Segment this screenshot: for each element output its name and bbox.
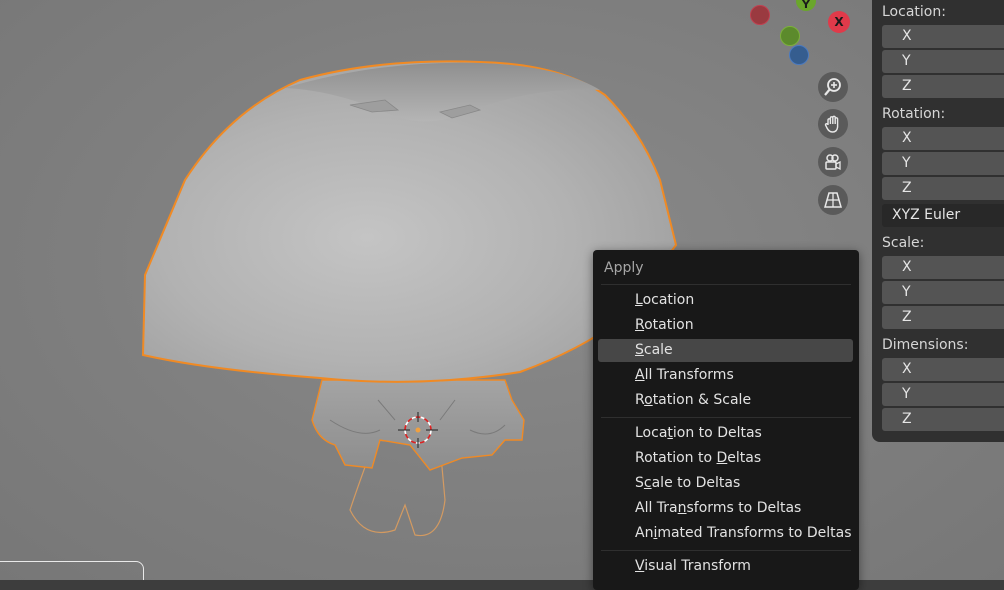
menu-item-label: Scale to Deltas: [635, 475, 741, 491]
rotation-y-field[interactable]: Y: [882, 152, 1004, 175]
menu-item-scale[interactable]: Scale: [598, 339, 853, 362]
hand-pan-icon: [824, 115, 839, 133]
rotation-z-field[interactable]: Z: [882, 177, 1004, 200]
negative-x-axis-dot[interactable]: [750, 5, 770, 25]
menu-item-label: Rotation to Deltas: [635, 450, 762, 466]
x-axis-dot[interactable]: X: [828, 11, 850, 33]
y-axis-label: Y: [802, 0, 810, 11]
menu-item-label: Visual Transform: [635, 558, 751, 574]
menu-item-rotation-to-deltas[interactable]: Rotation to Deltas: [598, 447, 853, 470]
menu-item-label: Rotation & Scale: [635, 392, 752, 408]
menu-item-label: Rotation: [635, 317, 694, 333]
x-axis-label: X: [834, 15, 844, 29]
scale-x-field[interactable]: X: [882, 256, 1004, 279]
camera-view-button[interactable]: [818, 147, 848, 177]
rotation-label: Rotation:: [882, 106, 946, 122]
location-y-field[interactable]: Y: [882, 50, 1004, 73]
menu-item-label: Animated Transforms to Deltas: [635, 525, 852, 541]
apply-menu: Apply Location Rotation Scale All Transf…: [593, 250, 859, 590]
rotation-x-field[interactable]: X: [882, 127, 1004, 150]
camera-icon: [825, 154, 841, 171]
menu-item-label: All Transforms: [635, 367, 734, 383]
scale-y-field[interactable]: Y: [882, 281, 1004, 304]
menu-item-all-transforms[interactable]: All Transforms: [598, 364, 853, 387]
negative-z-axis-dot[interactable]: [789, 45, 809, 65]
pan-button[interactable]: [818, 109, 848, 139]
location-z-field[interactable]: Z: [882, 75, 1004, 98]
location-x-field[interactable]: X: [882, 25, 1004, 48]
menu-item-location-to-deltas[interactable]: Location to Deltas: [598, 422, 853, 445]
menu-item-visual-transform[interactable]: Visual Transform: [598, 555, 853, 578]
dimensions-z-field[interactable]: Z: [882, 408, 1004, 431]
scale-label: Scale:: [882, 235, 925, 251]
negative-y-axis-dot[interactable]: [780, 26, 800, 46]
dimensions-x-field[interactable]: X: [882, 358, 1004, 381]
menu-item-label: Location to Deltas: [635, 425, 762, 441]
perspective-toggle-button[interactable]: [818, 185, 848, 215]
apply-menu-title: Apply: [604, 260, 644, 276]
menu-item-rotation-and-scale[interactable]: Rotation & Scale: [598, 389, 853, 412]
menu-item-rotation[interactable]: Rotation: [598, 314, 853, 337]
location-label: Location:: [882, 4, 946, 20]
menu-separator: [601, 550, 851, 551]
rotation-mode-dropdown[interactable]: XYZ Euler: [882, 204, 1004, 227]
scale-z-field[interactable]: Z: [882, 306, 1004, 329]
menu-item-animated-transforms-to-deltas[interactable]: Animated Transforms to Deltas: [598, 522, 853, 545]
menu-item-label: Location: [635, 292, 695, 308]
menu-separator: [601, 284, 851, 285]
zoom-button[interactable]: [818, 72, 848, 102]
dimensions-label: Dimensions:: [882, 337, 969, 353]
menu-separator: [601, 417, 851, 418]
menu-item-location[interactable]: Location: [598, 289, 853, 312]
dimensions-y-field[interactable]: Y: [882, 383, 1004, 406]
bottom-panel-outline: [0, 561, 144, 580]
grid-perspective-icon: [824, 192, 842, 208]
menu-item-all-transforms-to-deltas[interactable]: All Transforms to Deltas: [598, 497, 853, 520]
zoom-icon: [824, 78, 841, 96]
menu-item-label: All Transforms to Deltas: [635, 500, 802, 516]
menu-item-scale-to-deltas[interactable]: Scale to Deltas: [598, 472, 853, 495]
menu-item-label: Scale: [635, 342, 673, 358]
transform-properties-panel: Location: X Y Z Rotation: X Y Z XYZ Eule…: [872, 0, 1004, 442]
